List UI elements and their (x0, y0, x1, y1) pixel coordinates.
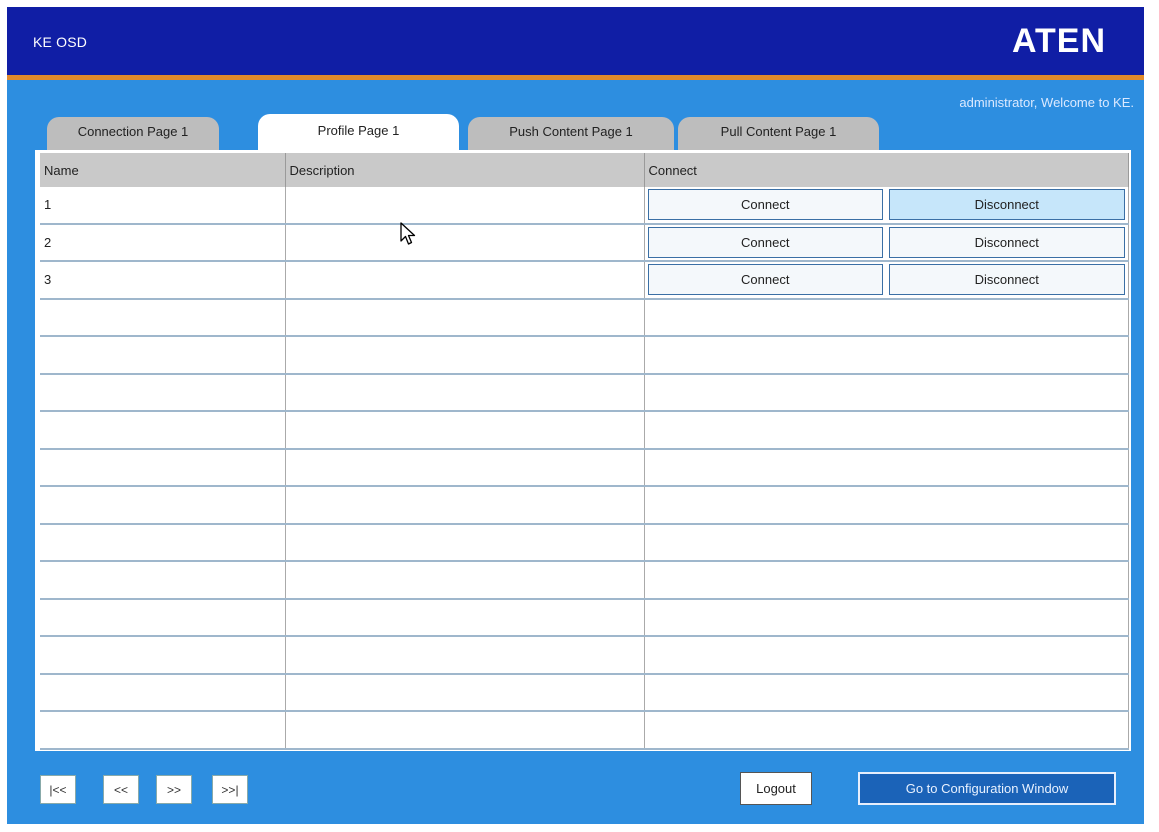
empty-table-row (40, 673, 1129, 713)
empty-table-row (40, 636, 1129, 675)
empty-table-row (40, 711, 1129, 750)
empty-cell (644, 673, 1129, 713)
empty-table-row (40, 411, 1129, 450)
empty-cell (40, 448, 286, 488)
empty-cell (285, 486, 645, 525)
empty-table-row (40, 486, 1129, 525)
configuration-window-button[interactable]: Go to Configuration Window (858, 772, 1116, 805)
empty-cell (644, 298, 1129, 338)
table-row[interactable]: 1 Connect Disconnect (40, 187, 1129, 225)
cell-name: 3 (40, 261, 286, 300)
empty-table-row (40, 373, 1129, 413)
profile-table: Name Description Connect 1 Connect Disco… (40, 153, 1129, 750)
empty-cell (285, 636, 645, 675)
first-page-button[interactable]: |<< (40, 775, 76, 804)
cell-connect: Connect Disconnect (644, 261, 1129, 300)
empty-cell (644, 336, 1129, 375)
empty-cell (644, 711, 1129, 750)
cell-description (285, 187, 645, 225)
empty-table-row (40, 298, 1129, 338)
cell-name: 1 (40, 187, 286, 225)
empty-cell (285, 711, 645, 750)
profile-table-panel: Name Description Connect 1 Connect Disco… (35, 150, 1131, 751)
last-page-button[interactable]: >>| (212, 775, 248, 804)
empty-cell (40, 411, 286, 450)
empty-cell (40, 598, 286, 638)
table-row[interactable]: 3 Connect Disconnect (40, 261, 1129, 300)
cell-description (285, 261, 645, 300)
column-header-connect: Connect (644, 153, 1129, 187)
empty-cell (644, 523, 1129, 563)
empty-cell (644, 561, 1129, 600)
tab-push-content-page-1[interactable]: Push Content Page 1 (468, 117, 674, 151)
empty-cell (40, 373, 286, 413)
column-header-description: Description (285, 153, 645, 187)
empty-cell (644, 448, 1129, 488)
disconnect-button[interactable]: Disconnect (889, 226, 1125, 258)
empty-cell (40, 523, 286, 563)
empty-cell (40, 673, 286, 713)
empty-cell (285, 598, 645, 638)
disconnect-button[interactable]: Disconnect (889, 189, 1125, 221)
table-row[interactable]: 2 Connect Disconnect (40, 223, 1129, 263)
cell-connect: Connect Disconnect (644, 223, 1129, 263)
empty-cell (40, 298, 286, 338)
aten-logo: ATEN (1011, 22, 1106, 60)
empty-cell (285, 373, 645, 413)
next-page-button[interactable]: >> (156, 775, 192, 804)
tab-pull-content-page-1[interactable]: Pull Content Page 1 (678, 117, 879, 151)
empty-table-row (40, 523, 1129, 563)
logout-button[interactable]: Logout (740, 772, 812, 805)
cell-connect: Connect Disconnect (644, 187, 1129, 225)
tab-label: Connection Page 1 (77, 124, 189, 139)
empty-cell (40, 561, 286, 600)
mouse-pointer-icon (400, 222, 416, 245)
tab-connection-page-1[interactable]: Connection Page 1 (47, 117, 219, 151)
connect-button[interactable]: Connect (647, 226, 883, 258)
column-header-name: Name (40, 153, 286, 187)
empty-cell (285, 523, 645, 563)
app-title: KE OSD (33, 34, 88, 50)
empty-cell (285, 411, 645, 450)
empty-cell (285, 448, 645, 488)
empty-cell (285, 673, 645, 713)
connect-button[interactable]: Connect (647, 189, 883, 221)
empty-cell (40, 711, 286, 750)
cell-name: 2 (40, 223, 286, 263)
empty-cell (285, 561, 645, 600)
main-panel: administrator, Welcome to KE. Connection… (7, 80, 1144, 824)
empty-cell (285, 336, 645, 375)
empty-table-row (40, 336, 1129, 375)
cell-description (285, 223, 645, 263)
previous-page-button[interactable]: << (103, 775, 139, 804)
tab-label: Push Content Page 1 (509, 124, 633, 139)
empty-cell (285, 298, 645, 338)
tab-label: Pull Content Page 1 (720, 124, 837, 139)
empty-cell (644, 598, 1129, 638)
empty-cell (644, 636, 1129, 675)
disconnect-button[interactable]: Disconnect (889, 264, 1125, 296)
empty-table-row (40, 598, 1129, 638)
empty-cell (644, 486, 1129, 525)
table-header-row: Name Description Connect (40, 153, 1129, 187)
empty-cell (40, 636, 286, 675)
empty-table-row (40, 448, 1129, 488)
empty-table-row (40, 561, 1129, 600)
empty-cell (644, 411, 1129, 450)
tab-label: Profile Page 1 (317, 123, 400, 138)
title-bar: KE OSD ATEN (7, 7, 1144, 80)
empty-cell (40, 486, 286, 525)
empty-cell (644, 373, 1129, 413)
connect-button[interactable]: Connect (647, 264, 883, 296)
welcome-message: administrator, Welcome to KE. (959, 95, 1134, 110)
empty-cell (40, 336, 286, 375)
tab-profile-page-1[interactable]: Profile Page 1 (258, 114, 459, 152)
